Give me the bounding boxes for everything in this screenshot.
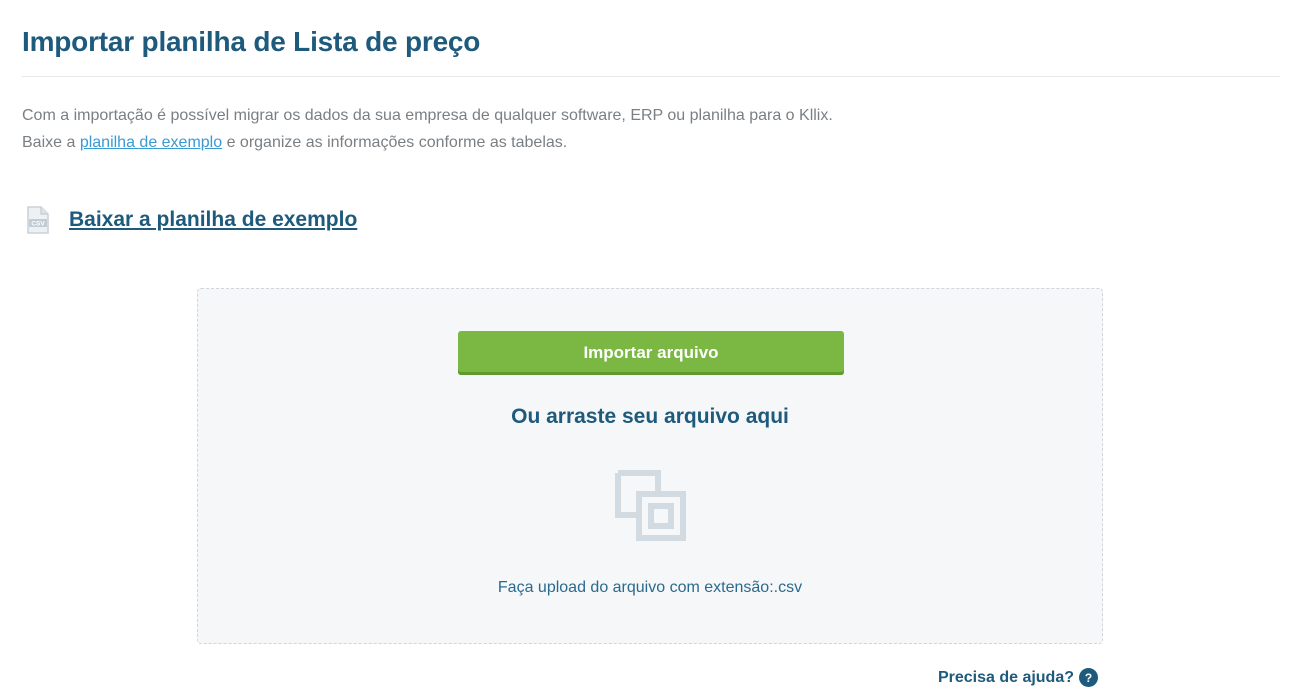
csv-file-icon: CSV [26,206,50,234]
upload-extension-hint: Faça upload do arquivo com extensão:.csv [497,579,803,596]
import-page: Importar planilha de Lista de preço Com … [0,0,1303,699]
file-dropzone[interactable]: Importar arquivo Ou arraste seu arquivo … [197,288,1103,644]
question-icon[interactable]: ? [1079,668,1098,687]
import-file-button[interactable]: Importar arquivo [458,331,844,375]
page-title: Importar planilha de Lista de preço [22,26,481,57]
help-link[interactable]: Precisa de ajuda? ? [938,668,1098,687]
intro-line-2-prefix: Baixe a [22,134,80,151]
download-sample-link[interactable]: Baixar a planilha de exemplo [69,208,357,232]
help-label: Precisa de ajuda? [937,668,1074,686]
download-sample-row: CSV Baixar a planilha de exemplo [26,206,357,234]
intro-line-1: Com a importação é possível migrar os da… [22,107,833,124]
title-divider [22,76,1280,77]
intro-text: Com a importação é possível migrar os da… [22,102,833,156]
csv-icon-label: CSV [31,221,45,228]
drag-file-text: Ou arraste seu arquivo aqui [511,405,789,428]
sample-sheet-inline-link[interactable]: planilha de exemplo [80,134,222,151]
intro-line-2: Baixe a planilha de exemplo e organize a… [22,129,833,156]
drag-drop-icon [614,469,686,541]
intro-line-2-suffix: e organize as informações conforme as ta… [222,134,568,151]
